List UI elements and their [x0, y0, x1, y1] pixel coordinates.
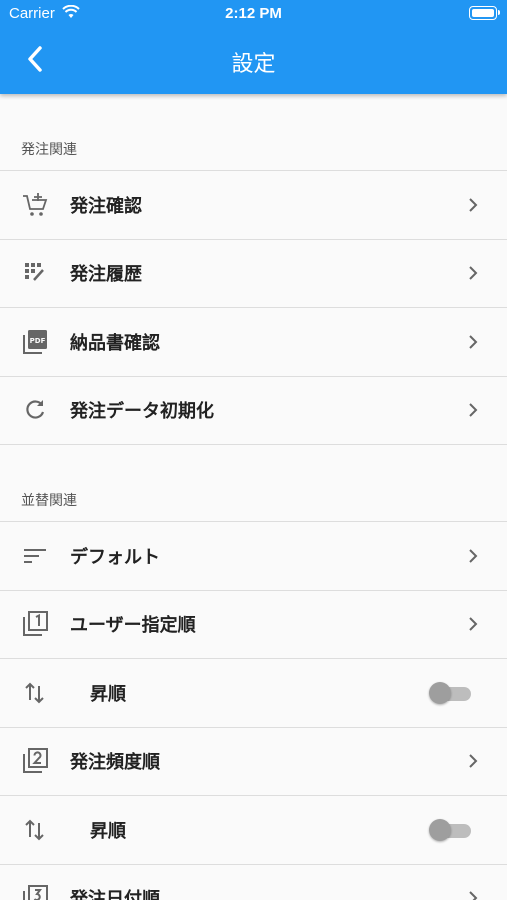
pdf-icon: PDF: [23, 329, 47, 354]
menu-item-delivery-note[interactable]: PDF 納品書確認: [0, 308, 507, 377]
menu-item-sort-user[interactable]: ユーザー指定順: [0, 590, 507, 659]
menu-item-label: 発注日付順: [70, 889, 160, 900]
chevron-right-icon: [469, 335, 478, 349]
chevron-right-icon: [469, 891, 478, 900]
cart-add-icon: [23, 192, 48, 216]
menu-item-label: 昇順: [90, 683, 126, 705]
section-header-order: 発注関連: [0, 94, 507, 171]
sort-lines-icon: [24, 548, 46, 563]
menu-item-label: 発注履歴: [70, 264, 142, 286]
filter-2-icon: [23, 748, 48, 774]
chevron-right-icon: [469, 266, 478, 280]
ascending-toggle[interactable]: [429, 818, 471, 842]
swap-vert-icon: [25, 819, 44, 841]
menu-item-ascending-user[interactable]: 昇順: [0, 659, 507, 728]
app-bar: Carrier 2:12 PM 設定: [0, 0, 507, 94]
chevron-right-icon: [469, 549, 478, 563]
battery-icon: [469, 6, 500, 20]
page-title: 設定: [231, 52, 276, 77]
status-bar: Carrier 2:12 PM: [0, 0, 507, 28]
menu-item-ascending-frequency[interactable]: 昇順: [0, 796, 507, 865]
filter-3-icon: [23, 885, 48, 900]
menu-item-label: ユーザー指定順: [70, 615, 196, 637]
menu-item-sort-date[interactable]: 発注日付順: [0, 864, 507, 900]
svg-text:PDF: PDF: [30, 337, 46, 345]
chevron-right-icon: [469, 198, 478, 212]
menu-item-label: デフォルト: [70, 546, 160, 568]
menu-item-label: 昇順: [90, 820, 126, 842]
section-header-sort: 並替関連: [0, 445, 507, 522]
menu-item-label: 納品書確認: [70, 332, 160, 354]
swap-vert-icon: [25, 682, 44, 704]
menu-item-order-history[interactable]: 発注履歴: [0, 239, 507, 308]
settings-list[interactable]: 発注関連 発注確認 発注履歴 PDF 納品書確認 発注データ初期化 並替関連 デ…: [0, 94, 507, 900]
menu-item-order-confirm[interactable]: 発注確認: [0, 171, 507, 240]
chevron-right-icon: [469, 754, 478, 768]
menu-item-label: 発注データ初期化: [70, 401, 214, 423]
menu-item-label: 発注確認: [70, 195, 142, 217]
ascending-toggle[interactable]: [429, 681, 471, 705]
chevron-right-icon: [469, 617, 478, 631]
menu-item-sort-frequency[interactable]: 発注頻度順: [0, 727, 507, 796]
history-grid-icon: [25, 263, 44, 282]
refresh-icon: [26, 400, 45, 419]
chevron-right-icon: [469, 403, 478, 417]
menu-item-sort-default[interactable]: デフォルト: [0, 522, 507, 591]
menu-item-label: 発注頻度順: [70, 752, 160, 774]
clock: 2:12 PM: [225, 5, 282, 22]
filter-1-icon: [23, 611, 48, 637]
menu-item-reset-data[interactable]: 発注データ初期化: [0, 376, 507, 445]
